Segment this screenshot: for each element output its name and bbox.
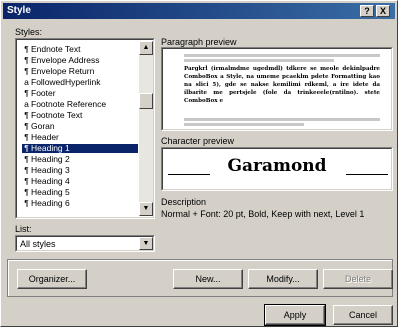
paragraph-mark-icon: ¶ bbox=[24, 176, 29, 186]
paragraph-preview-label: Paragraph preview bbox=[161, 37, 237, 47]
paragraph-mark-icon: ¶ bbox=[24, 45, 29, 54]
list-item[interactable]: a Footnote Reference bbox=[22, 100, 138, 109]
chevron-down-icon[interactable]: ▼ bbox=[139, 237, 153, 250]
paragraph-mark-icon: ¶ bbox=[24, 165, 29, 175]
paragraph-mark-icon: ¶ bbox=[24, 121, 29, 131]
description-text: Normal + Font: 20 pt, Bold, Keep with ne… bbox=[161, 209, 365, 219]
paragraph-mark-icon: ¶ bbox=[24, 143, 29, 153]
style-name: Heading 6 bbox=[31, 198, 70, 208]
preview-placeholder-line bbox=[184, 118, 380, 121]
style-name: Envelope Address bbox=[31, 55, 100, 65]
paragraph-mark-icon: ¶ bbox=[24, 88, 29, 98]
style-name: Heading 3 bbox=[31, 165, 70, 175]
list-item[interactable]: ¶ Endnote Text bbox=[22, 45, 138, 54]
list-value: All styles bbox=[20, 239, 56, 249]
character-style-icon: a bbox=[24, 99, 29, 109]
list-combobox[interactable]: All styles ▼ bbox=[15, 235, 155, 252]
style-name: Endnote Text bbox=[31, 45, 81, 54]
style-name: Footnote Reference bbox=[31, 99, 107, 109]
style-name: Heading 1 bbox=[31, 143, 70, 153]
paragraph-mark-icon: ¶ bbox=[24, 66, 29, 76]
list-item[interactable]: ¶ Heading 3 bbox=[22, 166, 138, 175]
list-item[interactable]: ¶ Envelope Address bbox=[22, 56, 138, 65]
delete-button[interactable]: Delete bbox=[323, 269, 393, 289]
preview-placeholder-line bbox=[184, 54, 380, 57]
paragraph-mark-icon: ¶ bbox=[24, 154, 29, 164]
organizer-button[interactable]: Organizer... bbox=[17, 269, 87, 289]
new-button[interactable]: New... bbox=[173, 269, 243, 289]
paragraph-mark-icon: ¶ bbox=[24, 110, 29, 120]
list-item[interactable]: a FollowedHyperlink bbox=[22, 78, 138, 87]
baseline-right bbox=[346, 174, 388, 175]
list-label: List: bbox=[15, 224, 32, 234]
paragraph-preview: Pargkrl (irmalmdme ugedmdl) tdkere se me… bbox=[161, 47, 393, 131]
list-item[interactable]: ¶ Heading 5 bbox=[22, 188, 138, 197]
title-bar[interactable]: Style ? X bbox=[3, 3, 395, 19]
styles-label: Styles: bbox=[15, 27, 43, 37]
preview-placeholder-line bbox=[184, 123, 304, 126]
style-name: Envelope Return bbox=[31, 66, 95, 76]
styles-scrollbar[interactable]: ▲ ▼ bbox=[139, 41, 153, 216]
paragraph-preview-text: Pargkrl (irmalmdme ugedmdl) tdkere se me… bbox=[184, 66, 380, 104]
list-item[interactable]: ¶ Heading 2 bbox=[22, 155, 138, 164]
character-preview-label: Character preview bbox=[161, 136, 235, 146]
list-item[interactable]: ¶ Goran bbox=[22, 122, 138, 131]
modify-button[interactable]: Modify... bbox=[248, 269, 318, 289]
style-name: FollowedHyperlink bbox=[31, 77, 101, 87]
list-item[interactable]: ¶ Footnote Text bbox=[22, 111, 138, 120]
list-item[interactable]: ¶ Header bbox=[22, 133, 138, 142]
style-dialog: Style ? X Styles: ¶ Endnote Text ¶ Envelope… bbox=[0, 0, 398, 327]
preview-placeholder-line bbox=[184, 59, 334, 62]
list-item[interactable]: ¶ Footer bbox=[22, 89, 138, 98]
scroll-down-icon[interactable]: ▼ bbox=[139, 202, 153, 216]
description-label: Description bbox=[161, 197, 207, 207]
character-preview: Garamond bbox=[161, 147, 393, 191]
style-name: Footer bbox=[31, 88, 56, 98]
list-item[interactable]: ¶ Heading 4 bbox=[22, 177, 138, 186]
character-preview-text: Garamond bbox=[227, 156, 327, 176]
help-icon[interactable]: ? bbox=[360, 5, 374, 17]
paragraph-mark-icon: ¶ bbox=[24, 132, 29, 142]
paragraph-mark-icon: ¶ bbox=[24, 198, 29, 208]
style-name: Goran bbox=[31, 121, 55, 131]
list-item[interactable]: ¶ Heading 6 bbox=[22, 199, 138, 208]
apply-button[interactable]: Apply bbox=[264, 304, 326, 326]
style-name: Heading 4 bbox=[31, 176, 70, 186]
paragraph-mark-icon: ¶ bbox=[24, 187, 29, 197]
styles-list: ¶ Endnote Text ¶ Envelope Address ¶ Envelope … bbox=[20, 45, 138, 215]
style-name: Header bbox=[31, 132, 59, 142]
scroll-up-icon[interactable]: ▲ bbox=[139, 41, 153, 55]
list-item[interactable]: ¶ Heading 1 bbox=[22, 144, 138, 153]
window-title: Style bbox=[7, 5, 31, 16]
close-icon[interactable]: X bbox=[376, 5, 390, 17]
paragraph-mark-icon: ¶ bbox=[24, 55, 29, 65]
list-item[interactable]: ¶ Envelope Return bbox=[22, 67, 138, 76]
styles-listbox[interactable]: ¶ Endnote Text ¶ Envelope Address ¶ Envelope … bbox=[15, 38, 155, 219]
style-name: Heading 5 bbox=[31, 187, 70, 197]
style-name: Heading 2 bbox=[31, 154, 70, 164]
cancel-button[interactable]: Cancel bbox=[333, 305, 393, 325]
scroll-thumb[interactable] bbox=[139, 93, 153, 109]
character-style-icon: a bbox=[24, 77, 29, 87]
style-name: Footnote Text bbox=[31, 110, 83, 120]
